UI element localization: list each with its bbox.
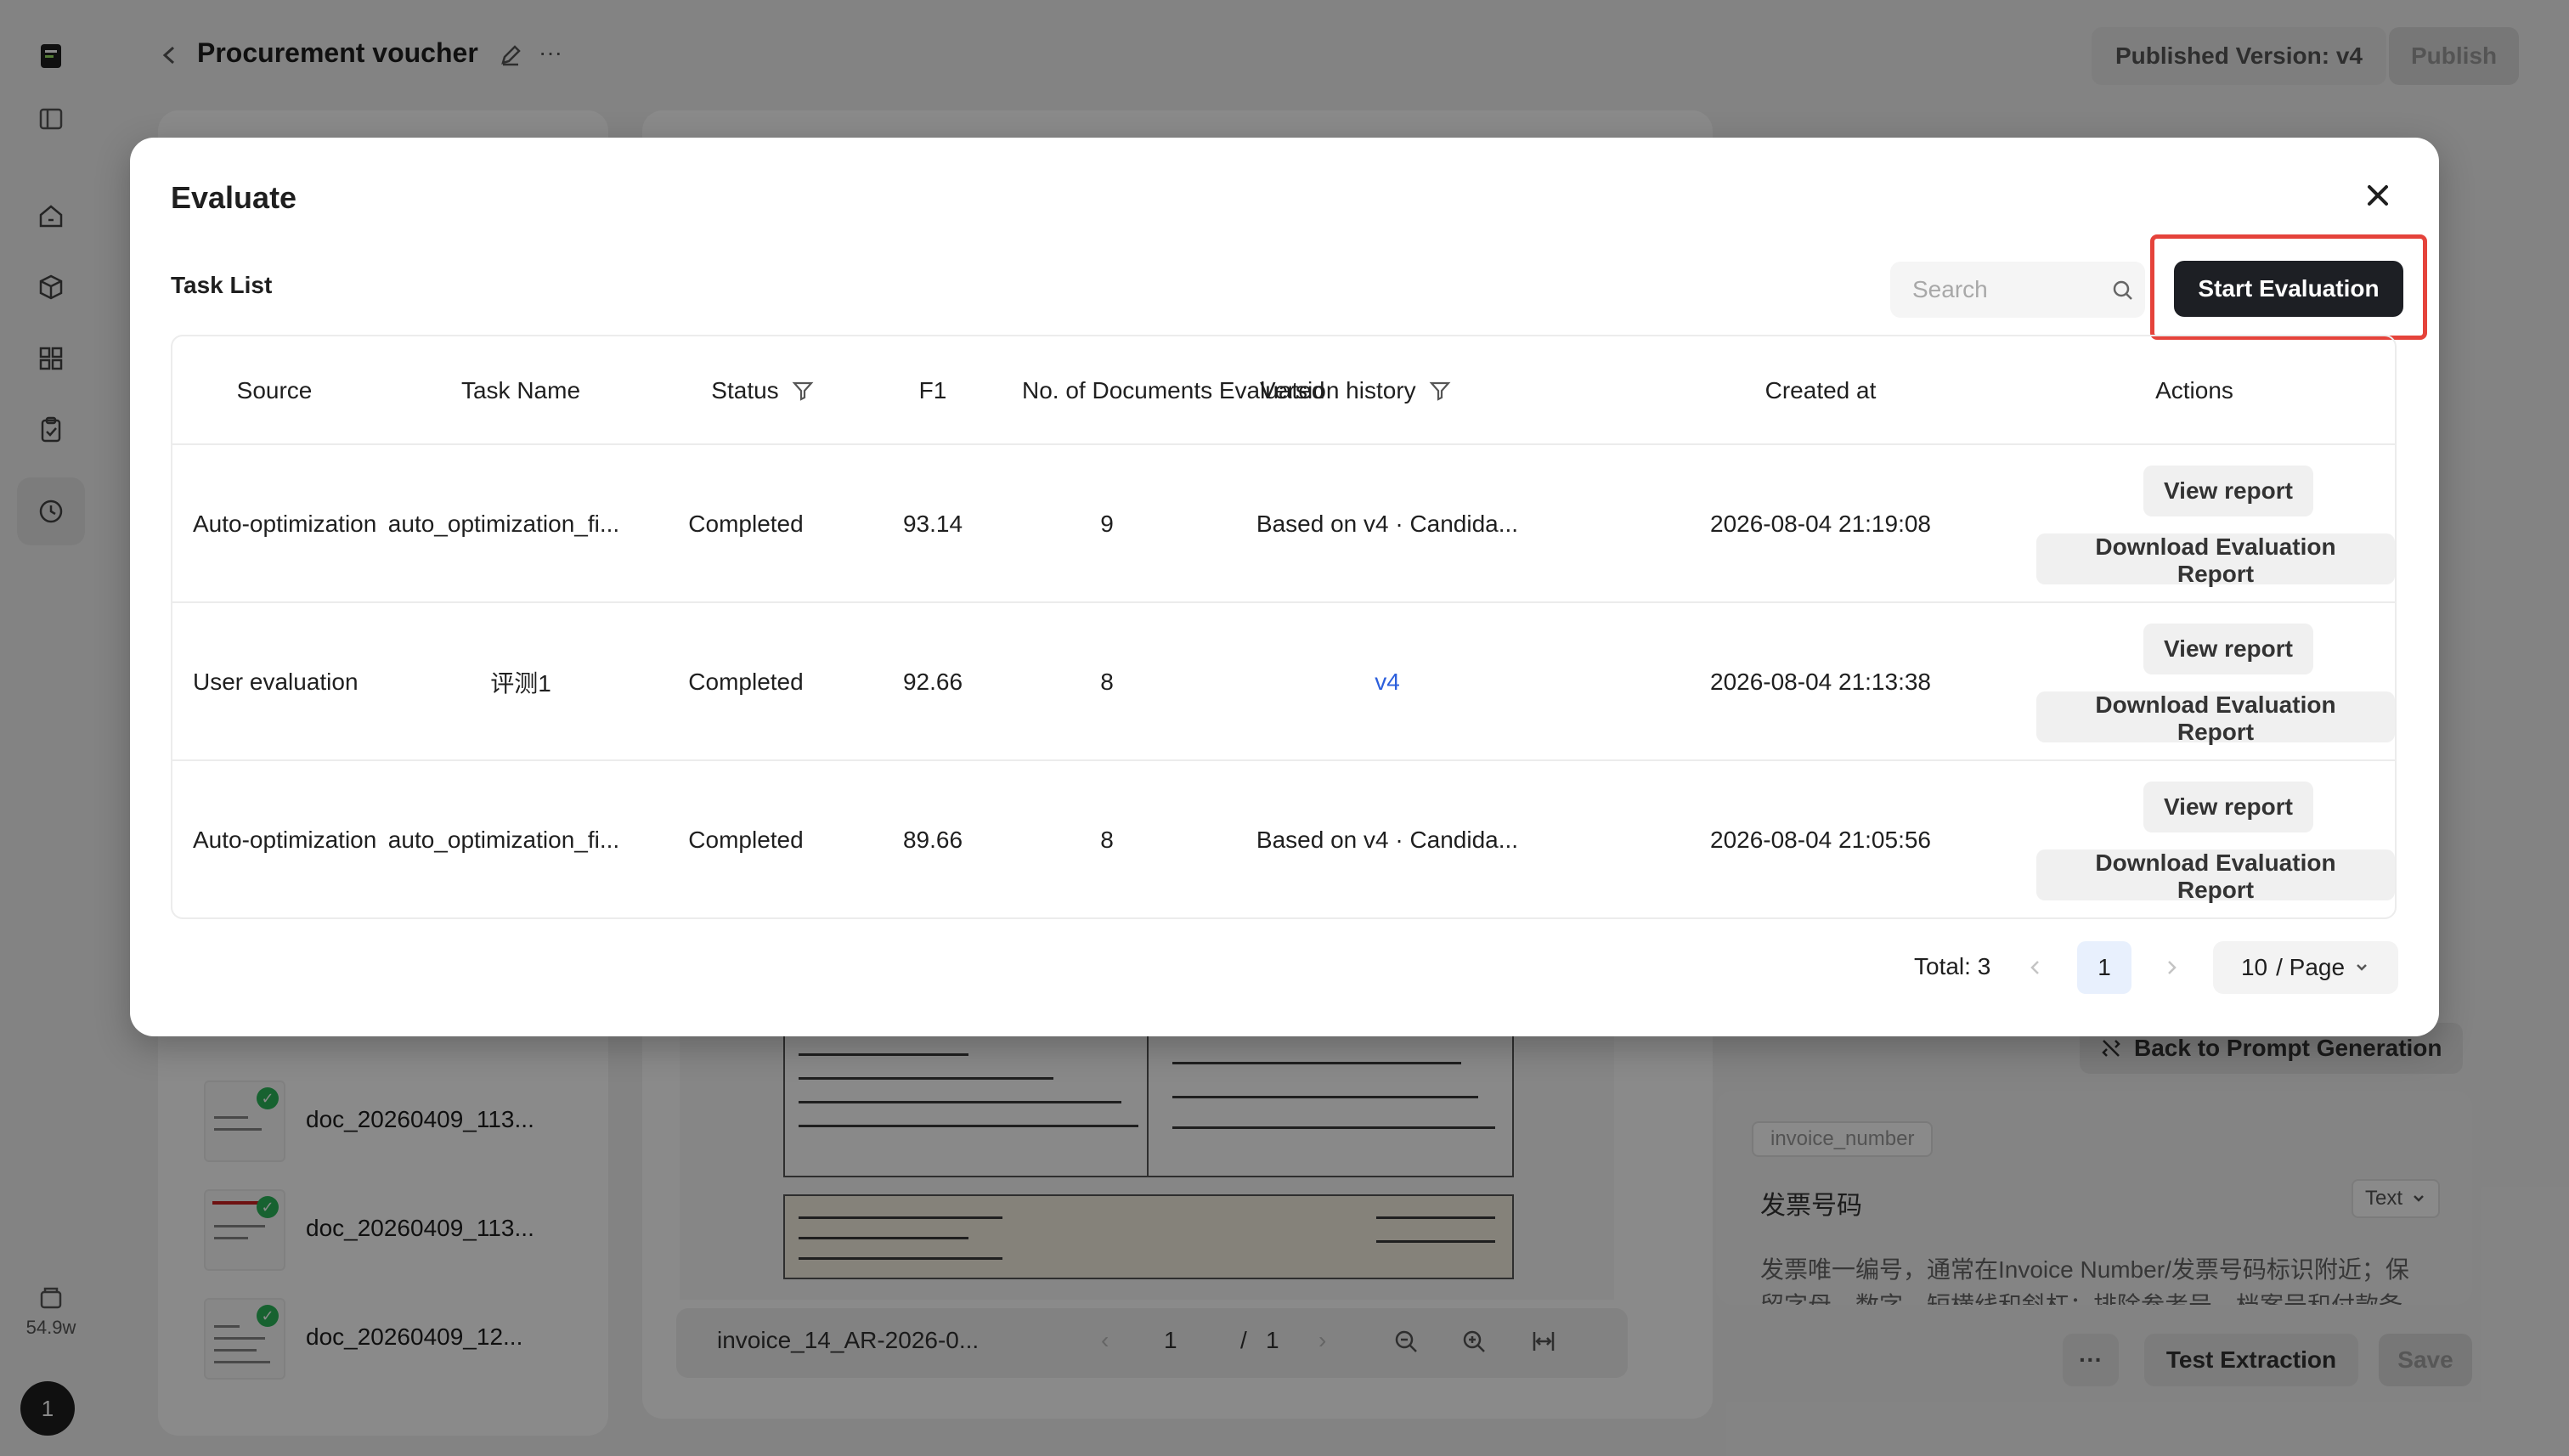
chevron-down-icon [2357, 964, 2367, 971]
cell-version: Based on v4 · Candida... [1256, 511, 1519, 537]
cell-created-at: 2026-08-04 21:19:08 [1710, 511, 1931, 537]
cell-documents: 9 [1100, 511, 1114, 537]
filter-icon[interactable] [791, 379, 815, 403]
cell-version: v4 [1226, 603, 1549, 761]
cell-source: Auto-optimization [193, 827, 377, 853]
table-row: Auto-optimization auto_optimization_fi..… [172, 761, 2395, 917]
close-icon[interactable] [2361, 178, 2395, 212]
cell-created-at: 2026-08-04 21:05:56 [1710, 827, 1931, 853]
download-report-button[interactable]: Download Evaluation Report [2036, 849, 2395, 903]
download-report-button[interactable]: Download Evaluation Report [2036, 533, 2395, 587]
cell-status: Completed [688, 511, 804, 537]
start-evaluation-button[interactable]: Start Evaluation [2174, 261, 2403, 317]
view-report-button[interactable]: View report [2143, 782, 2313, 832]
cell-task-name: auto_optimization_fi... [387, 827, 620, 853]
column-header-created-at: Created at [1764, 377, 1877, 404]
view-report-button[interactable]: View report [2143, 624, 2313, 674]
cell-status: Completed [688, 669, 804, 695]
modal-title: Evaluate [171, 180, 297, 215]
cell-documents: 8 [1100, 669, 1114, 695]
pagination-page-current[interactable]: 1 [2077, 941, 2131, 994]
cell-documents: 8 [1100, 827, 1114, 853]
table-row: User evaluation 评测1 Completed 92.66 8 v4… [172, 603, 2395, 761]
column-header-status: Status [665, 336, 861, 445]
page-size-suffix: / Page [2276, 954, 2346, 980]
pagination-total: Total: 3 [1914, 953, 1991, 979]
cell-f1: 92.66 [902, 669, 963, 695]
page-size-value: 10 [2240, 954, 2268, 980]
column-header-source: Source [236, 377, 313, 404]
column-header-task-name: Task Name [460, 377, 581, 404]
version-link[interactable]: v4 [1375, 669, 1400, 696]
search-input[interactable] [1890, 262, 2094, 318]
column-header-version-history: Version history [1260, 336, 1651, 445]
chevron-right-icon[interactable] [2159, 955, 2184, 980]
search-box [1890, 262, 2145, 318]
column-header-actions: Actions [2155, 377, 2233, 404]
cell-task-name: 评测1 [490, 670, 551, 697]
page-size-select[interactable]: 10 / Page [2213, 941, 2398, 994]
cell-source: Auto-optimization [193, 511, 377, 537]
cell-f1: 89.66 [902, 827, 963, 853]
cell-created-at: 2026-08-04 21:13:38 [1710, 669, 1931, 695]
view-report-button[interactable]: View report [2143, 466, 2313, 516]
cell-version: Based on v4 · Candida... [1256, 827, 1519, 853]
filter-icon[interactable] [1428, 379, 1452, 403]
table-header: Source Task Name Status F1 No. of Docume… [172, 336, 2395, 445]
cell-source: User evaluation [193, 669, 359, 695]
table-row: Auto-optimization auto_optimization_fi..… [172, 445, 2395, 603]
task-list-heading: Task List [171, 272, 273, 298]
evaluate-modal: Evaluate Task List Start Evaluation Sour… [130, 138, 2439, 1036]
download-report-button[interactable]: Download Evaluation Report [2036, 691, 2395, 745]
cell-task-name: auto_optimization_fi... [387, 511, 620, 537]
task-table: Source Task Name Status F1 No. of Docume… [171, 335, 2397, 919]
column-header-f1: F1 [918, 377, 947, 404]
search-icon[interactable] [2111, 279, 2135, 302]
chevron-left-icon[interactable] [2023, 955, 2048, 980]
cell-status: Completed [688, 827, 804, 853]
cell-f1: 93.14 [902, 511, 963, 537]
